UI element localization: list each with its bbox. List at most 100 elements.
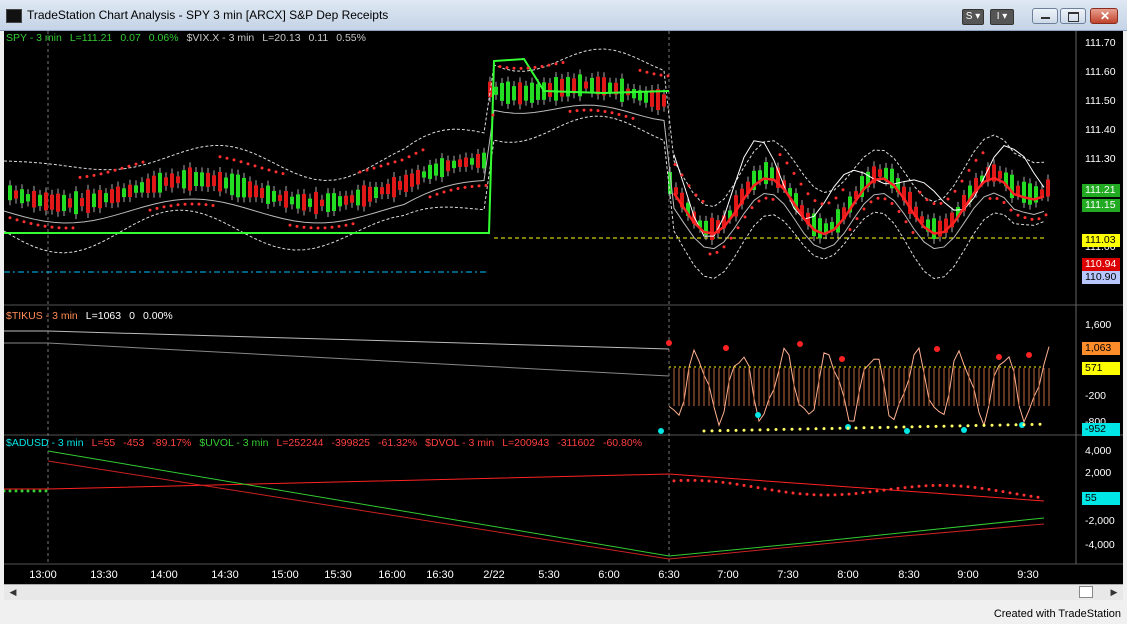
tick-floor-dot: [702, 429, 706, 433]
price-candle: [74, 191, 78, 215]
parabolic-sar-dot: [827, 201, 831, 205]
last-price-badge: 110.94: [1082, 258, 1120, 271]
price-candle: [386, 183, 390, 194]
price-tick-label: 111.40: [1085, 124, 1116, 136]
tick-floor-dot: [814, 427, 818, 431]
scroll-left-icon[interactable]: ◀: [6, 586, 20, 598]
price-legend-item: 0.11: [308, 32, 329, 44]
breadth-legend-item: $ADUSD - 3 min: [6, 437, 84, 449]
breadth-axis-label: -4,000: [1085, 539, 1115, 551]
last-price-badge: 111.21: [1082, 184, 1120, 197]
price-candle: [1016, 185, 1020, 195]
breadth-dot: [994, 488, 998, 492]
price-candle: [272, 191, 276, 202]
price-candle: [218, 172, 222, 192]
tick-floor-dot: [742, 428, 746, 432]
parabolic-sar-dot: [568, 109, 572, 113]
price-candle: [176, 176, 180, 184]
price-candle: [8, 185, 12, 201]
chart-canvas[interactable]: [4, 31, 1123, 584]
parabolic-sar-dot: [1009, 208, 1013, 212]
parabolic-sar-dot: [400, 158, 404, 162]
scroll-right-icon[interactable]: ▶: [1107, 586, 1121, 598]
minimize-button[interactable]: [1032, 8, 1058, 24]
extra-dropdown-button[interactable]: I ▾: [990, 9, 1014, 25]
parabolic-sar-dot: [554, 62, 558, 66]
tick-floor-dot: [910, 425, 914, 429]
tick-floor-dot: [838, 426, 842, 430]
parabolic-sar-dot: [771, 197, 775, 201]
time-tick-label: 7:00: [717, 569, 739, 581]
parabolic-sar-dot: [330, 225, 334, 229]
price-candle: [62, 194, 66, 212]
price-candle: [278, 194, 282, 202]
price-candle: [20, 189, 24, 204]
maximize-button[interactable]: [1060, 8, 1086, 24]
price-candle: [326, 193, 330, 213]
breadth-dot: [812, 493, 816, 497]
parabolic-sar-dot: [78, 175, 82, 179]
parabolic-sar-dot: [939, 201, 943, 205]
breadth-dot: [1029, 494, 1033, 498]
price-candle: [230, 173, 234, 196]
breadth-dot: [749, 484, 753, 488]
parabolic-sar-dot: [498, 65, 502, 69]
parabolic-sar-dot: [645, 70, 649, 74]
parabolic-sar-dot: [631, 116, 635, 120]
parabolic-sar-dot: [1044, 213, 1048, 217]
parabolic-sar-dot: [953, 189, 957, 193]
breadth-axis-label: 2,000: [1085, 467, 1112, 479]
price-candle: [464, 157, 468, 167]
horizontal-scrollbar[interactable]: ◀ ▶: [4, 584, 1123, 600]
parabolic-sar-dot: [708, 252, 712, 256]
time-tick-label: 9:30: [1017, 569, 1039, 581]
time-tick-label: 6:00: [598, 569, 620, 581]
price-candle: [302, 193, 306, 211]
breadth-dot: [952, 484, 956, 488]
price-candle: [194, 172, 198, 186]
parabolic-sar-dot: [757, 199, 761, 203]
price-candle: [290, 196, 294, 205]
parabolic-sar-dot: [666, 74, 670, 78]
breadth-dot-green: [32, 489, 36, 493]
time-tick-label: 16:30: [426, 569, 454, 581]
scroll-thumb[interactable]: [1079, 586, 1093, 598]
adusd-line: [47, 460, 1045, 560]
parabolic-sar-dot: [274, 170, 278, 174]
breadth-dot: [819, 493, 823, 497]
tick-floor-dot: [854, 426, 858, 430]
price-candle: [206, 172, 210, 187]
parabolic-sar-dot: [904, 220, 908, 224]
breadth-legend-item: L=200943: [502, 437, 550, 449]
breadth-dot: [756, 486, 760, 490]
price-candle: [212, 175, 216, 187]
chart-area[interactable]: SPY - 3 min L=111.21 0.07 0.06% $VIX.X - 3 m…: [4, 31, 1123, 584]
parabolic-sar-dot: [869, 200, 873, 204]
tick-high-dot: [839, 356, 845, 362]
price-candle: [494, 86, 498, 95]
price-candle: [26, 194, 30, 202]
price-candle: [518, 82, 522, 105]
price-tick-label: 111.70: [1085, 37, 1116, 49]
parabolic-sar-dot: [841, 188, 845, 192]
price-candle: [632, 88, 636, 99]
style-dropdown-button[interactable]: S ▾: [962, 9, 984, 25]
parabolic-sar-dot: [1037, 217, 1041, 221]
price-candle: [584, 81, 588, 89]
close-button[interactable]: ✕: [1090, 8, 1118, 24]
price-candle: [446, 160, 450, 172]
parabolic-sar-dot: [617, 112, 621, 116]
breadth-dot: [763, 487, 767, 491]
tick-value-badge: 1,063: [1082, 342, 1120, 355]
parabolic-sar-dot: [715, 250, 719, 254]
price-candle: [818, 218, 822, 239]
price-candle: [14, 190, 18, 199]
breadth-legend-item: -89.17%: [152, 437, 192, 449]
tick-floor-dot: [1030, 422, 1034, 426]
time-tick-label: 6:30: [658, 569, 680, 581]
price-candle: [458, 159, 462, 167]
parabolic-sar-dot: [407, 155, 411, 159]
parabolic-sar-dot: [547, 63, 551, 67]
parabolic-sar-dot: [232, 158, 236, 162]
price-candle: [476, 153, 480, 168]
